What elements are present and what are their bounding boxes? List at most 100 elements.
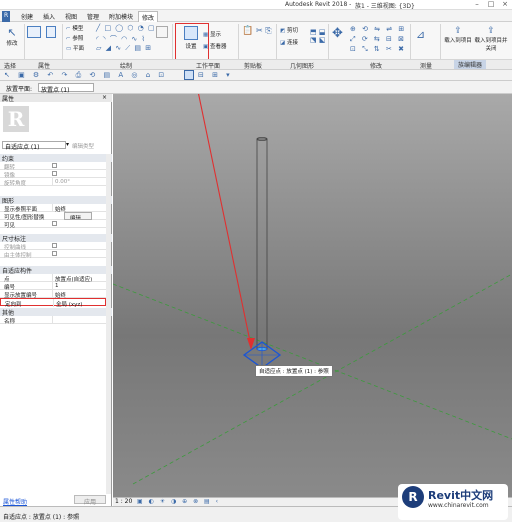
panel-label-properties: 属性: [38, 63, 51, 70]
geometry-tools[interactable]: ⬒ ⬓ ⬔ ⬕: [310, 28, 325, 44]
tab-create[interactable]: 创建: [18, 11, 36, 22]
checkbox[interactable]: [52, 221, 57, 226]
panel-label-select[interactable]: 选择: [4, 61, 16, 70]
measure-icon[interactable]: ⊿: [416, 28, 425, 41]
placement-plane-select[interactable]: 放置点 (1): [38, 83, 94, 94]
prop-row: 由主体控制: [0, 250, 106, 259]
draw-reference-button[interactable]: ⌐ 参照: [66, 34, 83, 42]
prop-row: 控制曲线: [0, 242, 106, 251]
ribbon-tabs: R 创建 插入 视图 管理 附加模块 修改: [0, 10, 512, 22]
app-menu-button[interactable]: R: [2, 11, 11, 22]
section-other[interactable]: 其他: [0, 308, 112, 317]
edit-visibility-button[interactable]: 编辑...: [64, 212, 92, 220]
qat-icons-right[interactable]: ⊟ ⊞ ▾: [198, 71, 233, 79]
show-icon: ▦: [203, 32, 209, 38]
cut-icon: ◩: [280, 28, 286, 34]
checkbox[interactable]: [52, 171, 57, 176]
status-text: 自适应点 : 放置点 (1) : 参照: [3, 514, 80, 521]
tab-view[interactable]: 视图: [62, 11, 80, 22]
tab-addins[interactable]: 附加模块: [106, 11, 136, 22]
draw-extra-button[interactable]: [156, 26, 168, 40]
prop-value[interactable]: 始终: [52, 290, 106, 298]
draw-tools-row2[interactable]: ◜ ◝ ⌒ ◠ ∿ ⌇: [96, 34, 146, 44]
ribbon-panel-labels: 选择 属性 绘制 工作平面 剪贴板 几何图形 修改 测量 族编辑器: [0, 59, 512, 70]
checkbox[interactable]: [52, 163, 57, 168]
load-icon: ⇪: [454, 26, 462, 36]
prop-row: 名称: [0, 316, 106, 325]
column-shaft: [256, 138, 268, 350]
minimize-icon[interactable]: –: [470, 0, 484, 10]
draw-model-label: 模型: [72, 26, 84, 32]
section-constraints[interactable]: 约束: [0, 154, 112, 163]
properties-button[interactable]: [27, 26, 41, 40]
type-selector[interactable]: 自适应点 (1): [2, 141, 66, 151]
viewer-button[interactable]: ▣ 查看器: [203, 42, 226, 50]
type-properties-button[interactable]: [46, 26, 56, 40]
hover-tooltip: 自适应点 : 放置点 (1) : 参照: [255, 365, 333, 377]
scrollbar[interactable]: [106, 154, 111, 494]
set-workplane-button[interactable]: 设置: [180, 26, 202, 50]
view-scale[interactable]: 1 : 20: [115, 498, 132, 505]
chevron-down-icon: ▾: [66, 141, 70, 148]
orient-to-value[interactable]: 全局 (xyz): [53, 299, 107, 307]
draw-model-button[interactable]: ⌐ 模型: [66, 24, 83, 32]
tab-modify[interactable]: 修改: [138, 11, 159, 22]
prop-row: 可见性/图形替换 编辑...: [0, 212, 106, 221]
join-button[interactable]: ◪ 连接: [280, 38, 298, 46]
prop-row: 翻转: [0, 162, 106, 171]
section-graphics[interactable]: 图形: [0, 196, 112, 205]
view-control-icons[interactable]: ▣ ◐ ☀ ◑ ⊕ ⊗ ▤ ‹: [137, 498, 220, 505]
draw-tools-row1[interactable]: ╱ □ ◯ ⬡ ◔ ▢: [96, 24, 156, 32]
modify-button[interactable]: ↖ 修改: [4, 26, 20, 47]
prop-value[interactable]: [52, 316, 106, 324]
paste-button[interactable]: 📋: [242, 26, 253, 36]
maximize-icon[interactable]: □: [484, 0, 498, 10]
edit-type-button[interactable]: 编辑类型: [72, 142, 94, 150]
modify-tools-row1[interactable]: ⊕ ⟲ ⇋ ⇌ ⊞: [350, 25, 406, 33]
cut-button[interactable]: ◩ 剪切: [280, 26, 298, 34]
prop-row: 镜像: [0, 170, 106, 179]
load-close-icon: ⇪: [487, 26, 495, 36]
prop-value[interactable]: 放置点(自适应): [52, 274, 106, 282]
properties-title: 属性: [0, 94, 112, 103]
draw-plane-button[interactable]: ▭ 平面: [66, 44, 84, 52]
close-icon[interactable]: ×: [498, 0, 512, 10]
clipboard-icons[interactable]: ✂ ⎘: [256, 26, 272, 36]
tab-insert[interactable]: 插入: [40, 11, 58, 22]
workplane-line: [132, 273, 512, 485]
show-workplane-button[interactable]: ▦ 显示: [203, 30, 221, 38]
draw-reference-label: 参照: [72, 36, 84, 42]
watermark-logo: R Revit中文网 www.chinarevit.com: [398, 484, 508, 520]
prop-value[interactable]: 0.00°: [52, 178, 106, 186]
viewer-icon: ▣: [203, 44, 209, 50]
panel-label-modify: 修改: [370, 63, 383, 70]
qat-icons[interactable]: ↖ ▣ ⚙ ↶ ↷ ⎙ ⟲ ▤ A ◎ ⌂ ⊡: [4, 71, 167, 80]
checkbox[interactable]: [52, 251, 57, 256]
close-icon[interactable]: ×: [102, 94, 107, 101]
apply-button[interactable]: 应用: [74, 495, 106, 506]
3d-view-canvas[interactable]: 自适应点 : 放置点 (1) : 参照: [113, 94, 512, 497]
draw-tools-row3[interactable]: ▱ ◢ ∿ ⟋ ▤ ⊞: [96, 44, 152, 53]
prop-key: 定向到: [5, 302, 22, 308]
prop-value[interactable]: 始终: [52, 204, 106, 212]
load-into-project-button[interactable]: ⇪ 载入到项目: [444, 26, 472, 44]
placement-plane-label: 放置平面:: [6, 86, 33, 93]
load-into-project-close-button[interactable]: ⇪ 载入到项目并关闭: [473, 26, 509, 52]
prop-value[interactable]: 1: [52, 282, 106, 290]
panel-label-workplane: 工作平面: [196, 63, 221, 70]
prop-row: 可见: [0, 220, 106, 229]
move-icon[interactable]: ✥: [332, 26, 343, 41]
prop-row: 旋转角度 0.00°: [0, 178, 106, 187]
checkbox[interactable]: [52, 243, 57, 248]
join-icon: ◪: [280, 40, 286, 46]
modify-tools-row3[interactable]: ⊡ ⤡ ⇅ ✂ ✖: [350, 45, 406, 54]
section-dimensions[interactable]: 尺寸标注: [0, 234, 112, 243]
workplane-qat-icon[interactable]: [184, 70, 194, 80]
section-adaptive[interactable]: 自适应构件: [0, 266, 112, 275]
properties-palette: 属性 × R 自适应点 (1) ▾ 编辑类型 约束 翻转 镜像 旋转角度 0.00…: [0, 94, 112, 506]
quick-access-toolbar: ↖ ▣ ⚙ ↶ ↷ ⎙ ⟲ ▤ A ◎ ⌂ ⊡ ⊟ ⊞ ▾: [0, 70, 512, 81]
modify-tools-row2[interactable]: ⤢ ⟳ ⇆ ⊟ ⊠: [350, 35, 406, 44]
prop-row: 显示参照平面 始终: [0, 204, 106, 213]
properties-help-link[interactable]: 属性帮助: [3, 497, 27, 506]
tab-manage[interactable]: 管理: [84, 11, 102, 22]
